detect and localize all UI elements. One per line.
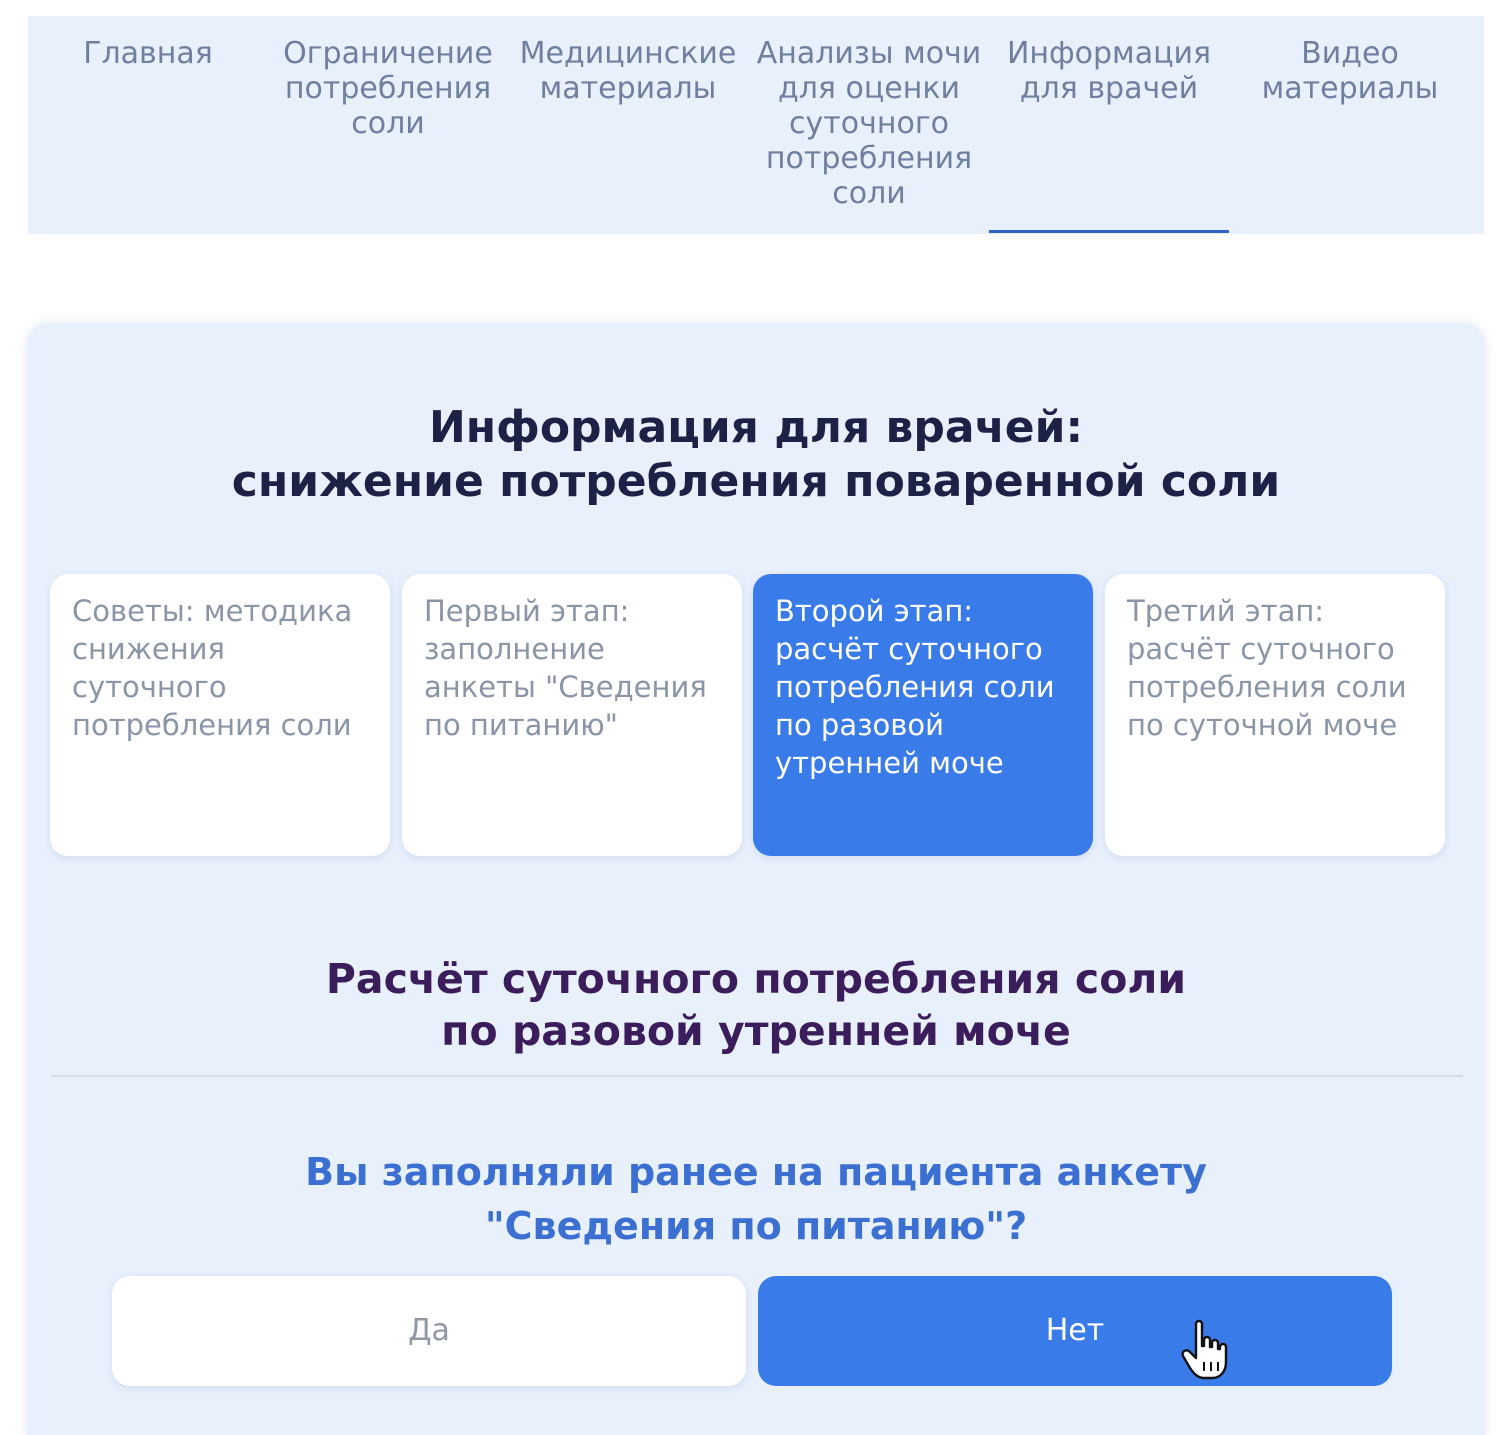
step-card-third-stage[interactable]: Третий этап: расчёт суточного потреблени…: [1105, 574, 1445, 856]
question-text: Вы заполняли ранее на пациента анкету "С…: [27, 1145, 1485, 1253]
page-title-line-2: снижение потребления поваренной соли: [231, 456, 1281, 507]
step-card-second-stage[interactable]: Второй этап: расчёт суточного потреблени…: [753, 574, 1093, 856]
answer-no-button[interactable]: Нет: [758, 1276, 1392, 1386]
question-line-1: Вы заполняли ранее на пациента анкету: [305, 1150, 1207, 1194]
answer-yes-button[interactable]: Да: [112, 1276, 746, 1386]
step-card-tips[interactable]: Советы: методика снижения суточного потр…: [50, 574, 390, 856]
section-divider: [51, 1075, 1463, 1077]
active-tab-indicator: [989, 230, 1229, 233]
nav-tab-salt-restriction[interactable]: Ограничение потребления соли: [268, 36, 508, 141]
page-title: Информация для врачей: снижение потребле…: [27, 401, 1485, 509]
page-title-line-1: Информация для врачей:: [428, 402, 1084, 453]
nav-tab-urine-analyses[interactable]: Анализы мочи для оценки суточного потреб…: [749, 36, 989, 211]
nav-tab-video-materials[interactable]: Видео материалы: [1230, 36, 1470, 106]
top-navigation: Главная Ограничение потребления соли Мед…: [28, 16, 1484, 234]
question-line-2: "Сведения по питанию"?: [484, 1204, 1028, 1248]
nav-tab-home[interactable]: Главная: [28, 36, 268, 71]
step-card-first-stage[interactable]: Первый этап: заполнение анкеты "Сведения…: [402, 574, 742, 856]
section-title-line-2: по разовой утренней моче: [441, 1007, 1071, 1055]
doctors-info-card: Информация для врачей: снижение потребле…: [27, 323, 1485, 1435]
nav-tab-doctors-info[interactable]: Информация для врачей: [989, 36, 1229, 106]
page: Главная Ограничение потребления соли Мед…: [0, 0, 1512, 1435]
nav-tab-medical-materials[interactable]: Медицинские материалы: [508, 36, 748, 106]
hand-pointer-icon: [1181, 1319, 1228, 1380]
section-title-line-1: Расчёт суточного потребления соли: [325, 955, 1187, 1003]
section-title: Расчёт суточного потребления соли по раз…: [27, 953, 1485, 1057]
